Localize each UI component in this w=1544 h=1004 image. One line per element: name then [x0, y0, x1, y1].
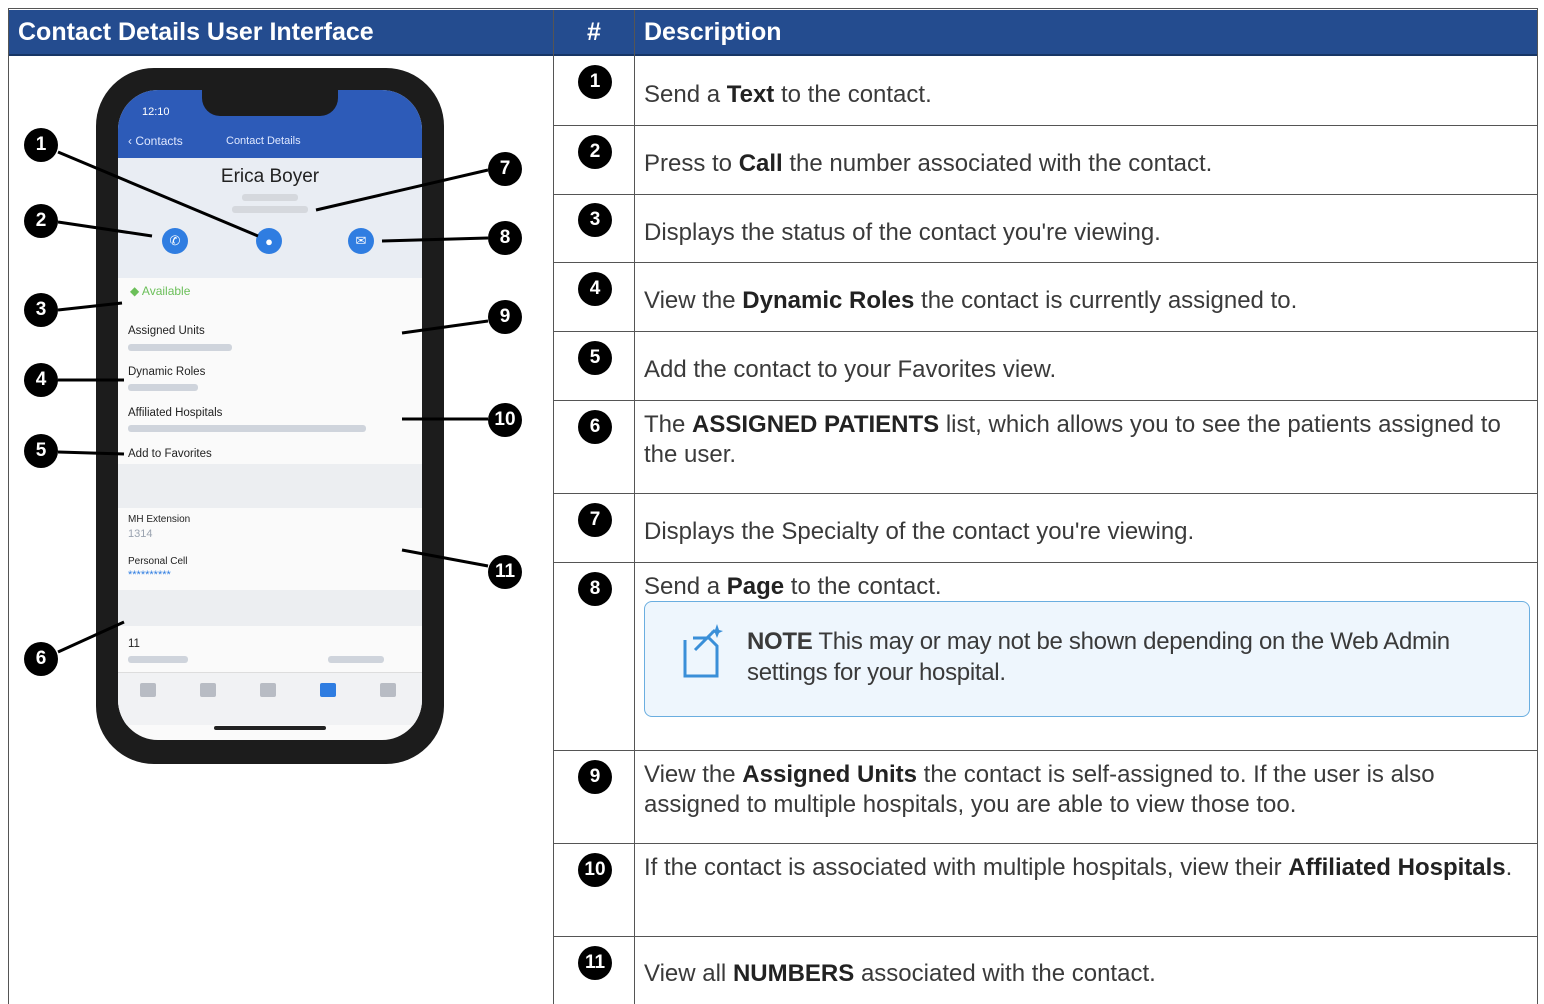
callout-7: 7: [488, 152, 522, 186]
table-row: 3 Displays the status of the contact you…: [554, 195, 1538, 263]
description-keyword: Assigned Units: [742, 761, 917, 788]
description-keyword: ASSIGNED PATIENTS: [692, 411, 940, 438]
callout-lines: [57, 150, 489, 654]
description-text: View all: [644, 960, 733, 987]
row-description: Add the contact to your Favorites view.: [644, 355, 1532, 385]
row-number: 7: [578, 503, 612, 537]
description-text: Displays the status of the contact you'r…: [644, 219, 1161, 246]
row-description: View the Dynamic Roles the contact is cu…: [644, 286, 1532, 316]
header-description: Description: [635, 10, 1537, 56]
row-number: 6: [578, 410, 612, 444]
row-number: 11: [578, 946, 612, 980]
description-text: The: [644, 411, 693, 438]
header-number: #: [554, 10, 634, 56]
table-row: 1 Send a Text to the contact.: [554, 56, 1538, 126]
row-description: Press to Call the number associated with…: [644, 149, 1532, 179]
table-row: 7 Displays the Specialty of the contact …: [554, 494, 1538, 563]
description-text: associated with the contact.: [854, 960, 1156, 987]
table-row: 8 Send a Page to the contact. NOTE This …: [554, 563, 1538, 751]
callout-6: 6: [24, 642, 58, 676]
row-description: Displays the Specialty of the contact yo…: [644, 517, 1532, 547]
description-text: Press to: [644, 150, 739, 177]
description-text: Send a: [644, 81, 727, 108]
description-text: to the contact.: [774, 81, 932, 108]
description-text: If the contact is associated with multip…: [644, 854, 1289, 881]
row-number: 3: [578, 203, 612, 237]
description-text: Send a: [644, 573, 727, 600]
description-text: .: [1505, 854, 1513, 881]
description-keyword: Page: [726, 573, 785, 600]
note-body: This may or may not be shown depending o…: [747, 628, 1450, 686]
row-number: 8: [578, 572, 612, 606]
callout-11: 11: [488, 555, 522, 589]
row-number: 1: [578, 65, 612, 99]
row-description: View all NUMBERS associated with the con…: [644, 959, 1532, 989]
description-text: Add the contact to your Favorites view.: [644, 356, 1057, 383]
callout-1: 1: [24, 128, 58, 162]
description-keyword: Dynamic Roles: [742, 287, 915, 314]
description-keyword: Affiliated Hospitals: [1288, 854, 1506, 881]
callout-9: 9: [488, 300, 522, 334]
callout-2: 2: [24, 204, 58, 238]
row-number: 5: [578, 341, 612, 375]
description-text: View the: [644, 287, 743, 314]
row-description: View the Assigned Units the contact is s…: [644, 760, 1532, 820]
table-row: 4 View the Dynamic Roles the contact is …: [554, 263, 1538, 332]
callout-3: 3: [24, 293, 58, 327]
note-box: NOTE This may or may not be shown depend…: [644, 601, 1530, 717]
description-text: to the contact.: [784, 573, 942, 600]
row-description: Send a Text to the contact.: [644, 80, 1532, 110]
note-icon: [683, 624, 723, 678]
callout-10: 10: [488, 403, 522, 437]
row-description: The ASSIGNED PATIENTS list, which allows…: [644, 410, 1532, 470]
description-text: the contact is currently assigned to.: [914, 287, 1298, 314]
row-description: If the contact is associated with multip…: [644, 853, 1532, 883]
description-text: the number associated with the contact.: [782, 150, 1213, 177]
table-row: 5 Add the contact to your Favorites view…: [554, 332, 1538, 401]
description-text: View the: [644, 761, 743, 788]
description-keyword: Call: [738, 150, 783, 177]
table-row: 2 Press to Call the number associated wi…: [554, 126, 1538, 195]
note-label: NOTE: [747, 628, 813, 655]
table-row: 10 If the contact is associated with mul…: [554, 844, 1538, 937]
callout-8: 8: [488, 221, 522, 255]
description-keyword: NUMBERS: [732, 960, 855, 987]
description-text: Displays the Specialty of the contact yo…: [644, 518, 1195, 545]
row-number: 4: [578, 272, 612, 306]
row-description: Send a Page to the contact.: [644, 572, 1532, 602]
description-keyword: Text: [726, 81, 775, 108]
table-row: 11 View all NUMBERS associated with the …: [554, 937, 1538, 1004]
table-row: 6 The ASSIGNED PATIENTS list, which allo…: [554, 401, 1538, 494]
callout-4: 4: [24, 363, 58, 397]
callout-5: 5: [24, 434, 58, 468]
row-number: 9: [578, 760, 612, 794]
note-text: NOTE This may or may not be shown depend…: [747, 626, 1509, 688]
table-row: 9 View the Assigned Units the contact is…: [554, 751, 1538, 844]
row-number: 10: [578, 853, 612, 887]
row-number: 2: [578, 135, 612, 169]
row-description: Displays the status of the contact you'r…: [644, 218, 1532, 248]
